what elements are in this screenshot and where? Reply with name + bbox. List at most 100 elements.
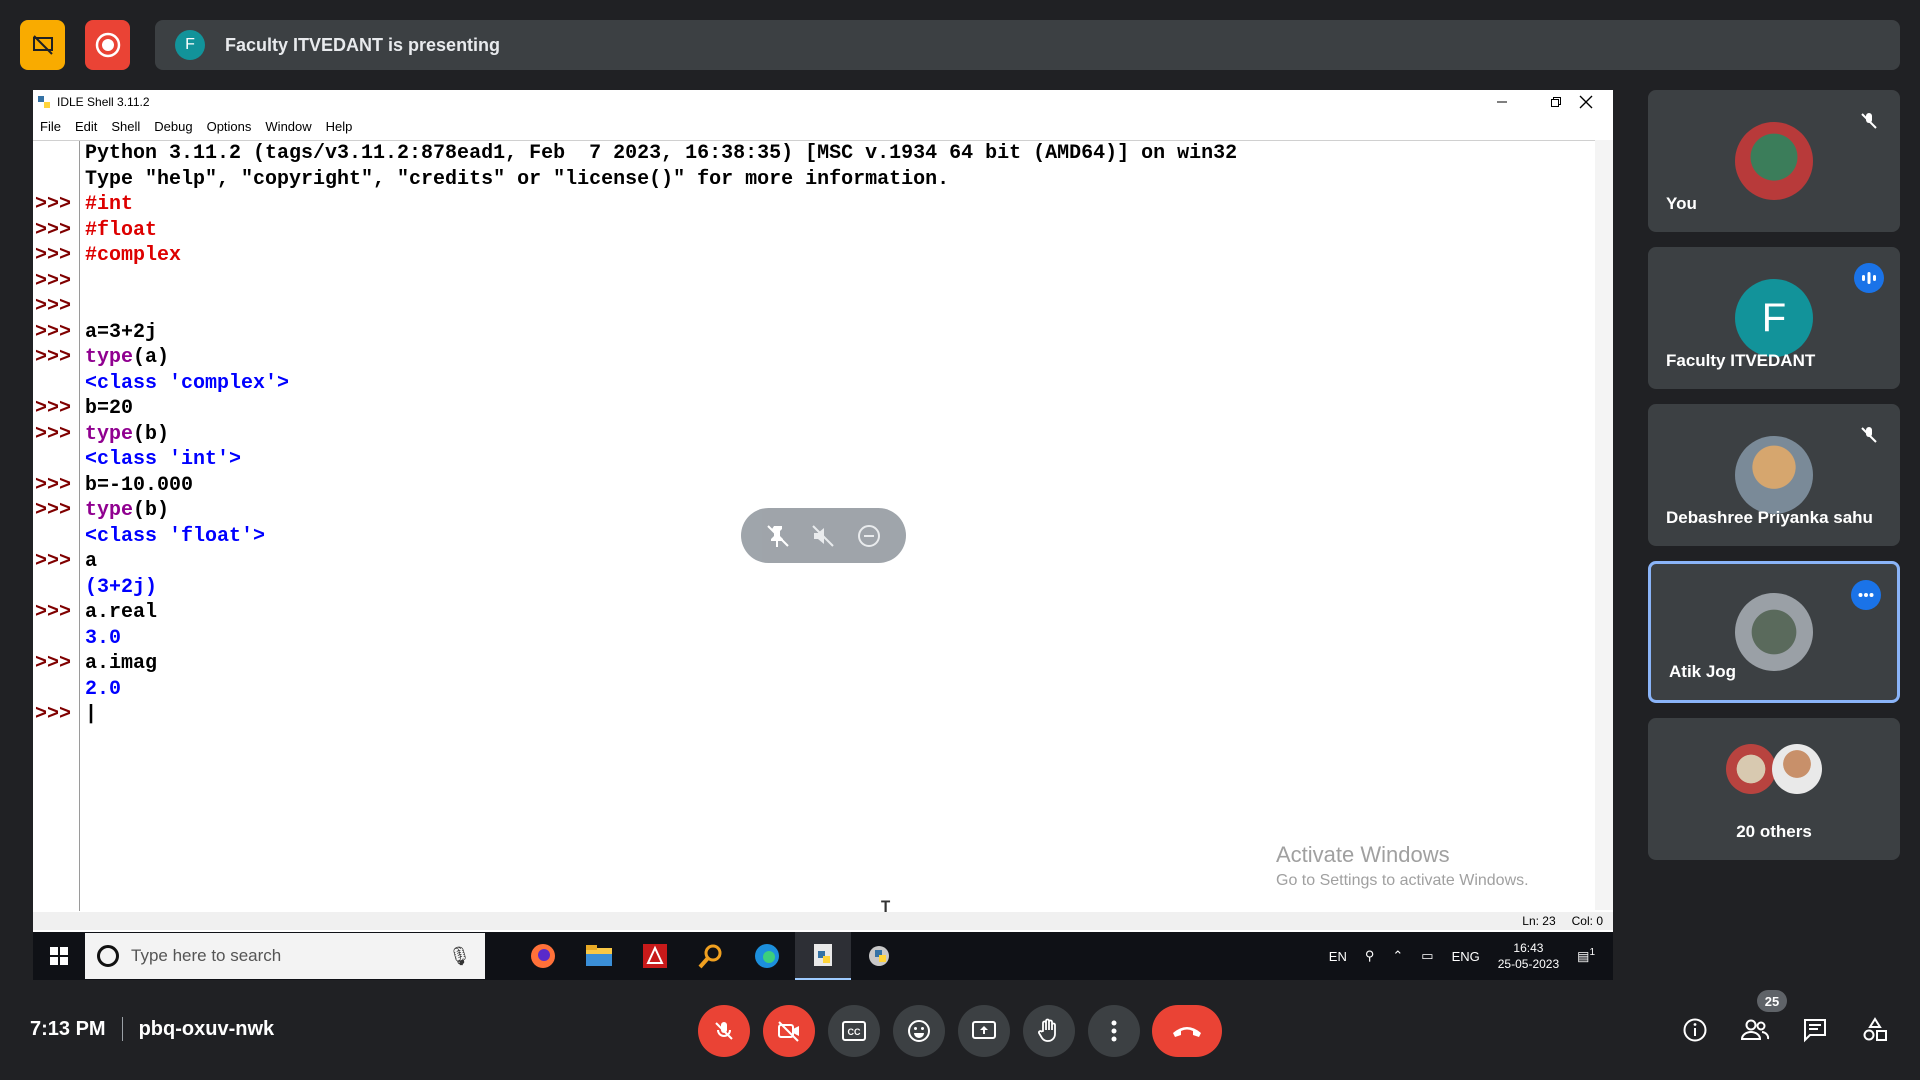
speaking-indicator-icon (1854, 263, 1884, 293)
language-eng[interactable]: ENG (1452, 949, 1480, 964)
pin-off-icon[interactable] (765, 523, 791, 549)
shell-line: b=-10.000 (85, 473, 1585, 499)
avatar (1772, 744, 1822, 794)
shell-text: type (85, 422, 134, 446)
shell-text: type (85, 346, 134, 369)
shell-text: Type "help", "copyright", "credits" or "… (85, 167, 950, 191)
tray-expand-icon[interactable]: ⌃ (1392, 948, 1403, 964)
participant-tile-atik[interactable]: Atik Jog (1648, 561, 1900, 703)
shell-text: #int (85, 193, 134, 216)
shell-text: a.real (85, 601, 158, 624)
cortana-icon (97, 945, 119, 967)
shell-prompt: >>> (35, 473, 72, 497)
participant-tile-debashree[interactable]: Debashree Priyanka sahu (1648, 404, 1900, 546)
idle-app[interactable] (795, 932, 851, 980)
vertical-scrollbar[interactable] (1595, 140, 1613, 910)
menu-item-help[interactable]: Help (319, 119, 360, 134)
avatar (1735, 593, 1813, 671)
menu-item-file[interactable]: File (33, 119, 68, 134)
presentation-banner-text: Faculty ITVEDANT is presenting (225, 34, 501, 55)
record-icon (95, 32, 120, 58)
battery-icon[interactable]: ▭ (1421, 948, 1433, 964)
shell-line: Type "help", "copyright", "credits" or "… (85, 167, 1585, 193)
shell-prompt: >>> (35, 295, 72, 318)
minimize-icon (1497, 101, 1507, 103)
search-tool-app[interactable] (683, 932, 739, 980)
meeting-time: 7:13 PM (30, 1017, 106, 1040)
meeting-details-button[interactable] (1675, 1010, 1715, 1050)
mic-toggle-button[interactable] (698, 1005, 750, 1057)
shell-text: (b) (133, 499, 170, 522)
menu-item-options[interactable]: Options (200, 119, 259, 134)
svg-text:CC: CC (848, 1027, 861, 1037)
taskbar-search[interactable]: Type here to search 🎙 (85, 933, 485, 979)
shell-text: b=-10.000 (85, 473, 194, 497)
info-icon (1683, 1018, 1707, 1042)
file-explorer-app[interactable] (571, 932, 627, 980)
menu-item-window[interactable]: Window (258, 119, 318, 134)
microphone-icon[interactable]: 🎙 (448, 946, 471, 967)
participant-tile-others[interactable]: 20 others (1648, 718, 1900, 860)
shell-line: (3+2j) (85, 575, 1585, 601)
presentation-off-button[interactable] (20, 20, 65, 70)
present-now-button[interactable] (958, 1005, 1010, 1057)
participant-tile-you[interactable]: You (1648, 90, 1900, 232)
start-button[interactable] (33, 932, 85, 980)
avatar (1735, 436, 1813, 514)
camera-toggle-button[interactable] (763, 1005, 815, 1057)
raise-hand-button[interactable] (1023, 1005, 1075, 1057)
network-people-icon[interactable]: ⚲ (1365, 948, 1375, 964)
idle-menubar: File Edit Shell Debug Options Window Help (33, 116, 359, 136)
activities-button[interactable] (1855, 1010, 1895, 1050)
avatar: F (1735, 279, 1813, 357)
captions-icon: CC (842, 1021, 866, 1041)
pdf-reader-app[interactable] (627, 932, 683, 980)
close-icon (1579, 95, 1593, 109)
captions-button[interactable]: CC (828, 1005, 880, 1057)
present-screen-icon (972, 1021, 996, 1039)
firefox-app[interactable] (515, 932, 571, 980)
edge-app[interactable] (739, 932, 795, 980)
participant-tile-faculty[interactable]: F Faculty ITVEDANT (1648, 247, 1900, 389)
shell-line: a.imag (85, 651, 1585, 677)
volume-off-icon[interactable] (810, 523, 836, 549)
idle-statusbar: Ln: 23 Col: 0 (33, 912, 1613, 930)
python-app[interactable] (851, 932, 907, 980)
people-icon (1740, 1019, 1770, 1040)
menu-item-debug[interactable]: Debug (147, 119, 199, 134)
taskbar-clock[interactable]: 16:43 25-05-2023 (1498, 940, 1559, 972)
shell-text: <class 'int'> (85, 448, 242, 471)
close-button[interactable] (1559, 90, 1613, 114)
edge-icon (755, 944, 779, 968)
recording-button[interactable] (85, 20, 130, 70)
divider (121, 1017, 123, 1041)
shell-prompt: >>> (35, 269, 72, 293)
shell-prompt: >>> (35, 397, 72, 420)
menu-item-edit[interactable]: Edit (68, 119, 104, 134)
more-options-button[interactable] (1088, 1005, 1140, 1057)
people-button[interactable] (1735, 1010, 1775, 1050)
remove-icon[interactable] (856, 523, 882, 549)
folder-icon (586, 945, 612, 966)
shell-prompt: >>> (35, 320, 72, 344)
mic-off-icon (1854, 106, 1884, 136)
shell-prompt: >>> (35, 422, 72, 446)
python-setup-icon (869, 946, 889, 966)
python-idle-icon (814, 944, 832, 966)
chat-button[interactable] (1795, 1010, 1835, 1050)
reactions-button[interactable] (893, 1005, 945, 1057)
acrobat-icon (643, 944, 667, 968)
menu-item-shell[interactable]: Shell (104, 119, 147, 134)
more-options-icon[interactable] (1851, 580, 1881, 610)
leave-call-button[interactable] (1152, 1005, 1222, 1057)
presenter-avatar: F (175, 30, 205, 60)
mic-off-icon (715, 1022, 733, 1040)
notification-icon[interactable]: ▤1 (1577, 947, 1595, 964)
language-en[interactable]: EN (1329, 949, 1347, 964)
shell-line: type(b) (85, 422, 1585, 448)
shell-text: <class 'float'> (85, 524, 266, 548)
shell-text: | (85, 703, 98, 726)
participant-name: You (1666, 194, 1697, 213)
minimize-button[interactable] (1475, 90, 1529, 114)
